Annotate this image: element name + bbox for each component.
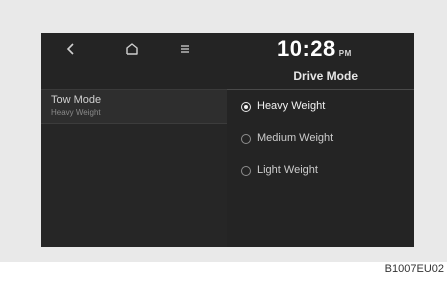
option-medium-weight[interactable]: Medium Weight [227, 124, 414, 156]
page-title: Drive Mode [293, 69, 358, 83]
top-bar: 10:28 PM [41, 33, 414, 65]
menu-item-value: Heavy Weight [51, 108, 101, 117]
display-frame: 10:28 PM Drive Mode Tow Mode Heavy Weigh… [0, 0, 447, 262]
radio-unselected-icon[interactable] [241, 134, 251, 144]
option-light-weight[interactable]: Light Weight [227, 156, 414, 188]
menu-item-tow-mode[interactable]: Tow Mode Heavy Weight [41, 90, 227, 124]
left-menu: Tow Mode Heavy Weight [41, 90, 227, 247]
clock-ampm: PM [338, 49, 352, 58]
chevron-left-icon[interactable] [60, 39, 82, 59]
home-icon[interactable] [121, 39, 143, 59]
header-row: Drive Mode [41, 65, 414, 90]
menu-item-label: Tow Mode [51, 94, 102, 106]
clock: 10:28 PM [277, 36, 352, 62]
infotainment-screen: 10:28 PM Drive Mode Tow Mode Heavy Weigh… [41, 33, 414, 247]
option-label: Heavy Weight [257, 100, 326, 112]
figure-caption: B1007EU02 [384, 263, 444, 275]
menu-icon[interactable] [174, 39, 196, 59]
radio-unselected-icon[interactable] [241, 166, 251, 176]
option-label: Light Weight [257, 164, 318, 176]
clock-time: 10:28 [277, 36, 336, 61]
option-heavy-weight[interactable]: Heavy Weight [227, 92, 414, 124]
radio-selected-icon[interactable] [241, 102, 251, 112]
options-panel: Heavy Weight Medium Weight Light Weight [227, 90, 414, 247]
option-label: Medium Weight [257, 132, 334, 144]
